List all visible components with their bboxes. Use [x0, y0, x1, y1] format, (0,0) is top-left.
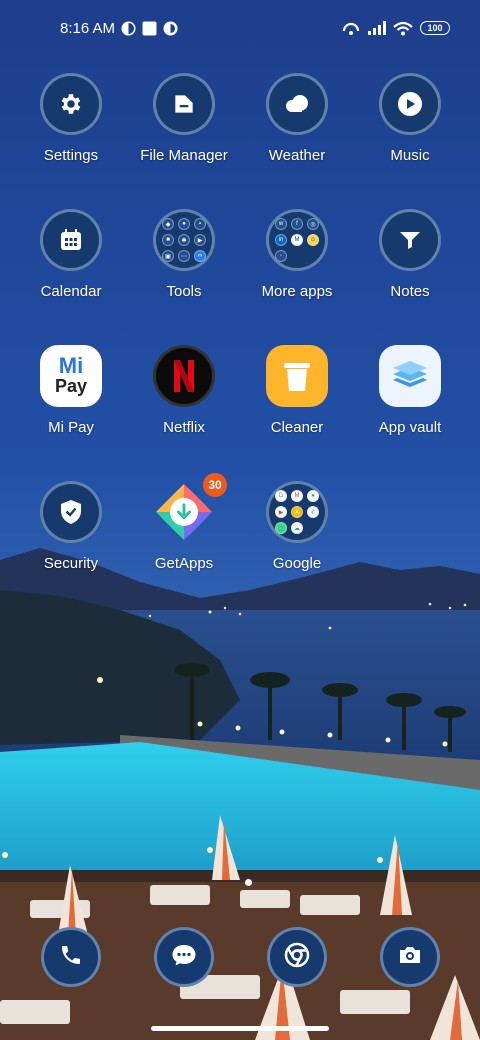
- hotspot-icon: [341, 20, 361, 36]
- status-time: 8:16 AM: [60, 19, 116, 37]
- app-label: Google: [272, 555, 322, 572]
- folder-icon: [153, 73, 215, 135]
- netflix-icon: [153, 345, 215, 407]
- camera-icon: [398, 944, 422, 971]
- app-getapps[interactable]: 30 GetApps: [128, 473, 240, 572]
- app-mi-pay[interactable]: Mi Pay Mi Pay: [15, 345, 127, 436]
- app-label: Settings: [43, 147, 99, 164]
- notification-icon: [121, 21, 136, 36]
- home-indicator[interactable]: [151, 1026, 329, 1031]
- app-label: Security: [43, 555, 99, 572]
- notification-badge: 30: [203, 473, 227, 497]
- app-label: File Manager: [140, 147, 228, 164]
- mi-pay-icon: Mi Pay: [40, 345, 102, 407]
- shield-icon: [40, 481, 102, 543]
- dock-browser-button[interactable]: [267, 927, 327, 987]
- message-icon: [171, 943, 197, 972]
- app-app-vault[interactable]: App vault: [354, 345, 466, 436]
- app-label: Tools: [166, 283, 202, 300]
- trash-icon: [266, 345, 328, 407]
- calendar-icon: [40, 209, 102, 271]
- app-calendar[interactable]: Calendar: [15, 209, 127, 300]
- app-label: Weather: [268, 147, 326, 164]
- app-music[interactable]: Music: [354, 73, 466, 164]
- layers-icon: [379, 345, 441, 407]
- app-cleaner[interactable]: Cleaner: [241, 345, 353, 436]
- app-label: Music: [390, 147, 430, 164]
- app-security[interactable]: Security: [15, 481, 127, 572]
- square-icon: [142, 21, 157, 36]
- app-label: Netflix: [163, 419, 205, 436]
- app-settings[interactable]: Settings: [15, 73, 127, 164]
- app-label: GetApps: [154, 555, 214, 572]
- folder-grid-icon: G M ● ▶ ▲ ✆ ⬚ ☁: [266, 481, 328, 543]
- folder-grid-icon: ◆ ● ▪ ■ ✱ ▶ ▣ ⋯ ∞: [153, 209, 215, 271]
- wifi-icon: [393, 21, 413, 36]
- app-label: Notes: [390, 283, 430, 300]
- dock-camera-button[interactable]: [380, 927, 440, 987]
- signal-icon: [368, 21, 386, 35]
- dock-phone-button[interactable]: [41, 927, 101, 987]
- mi-pay-logo-bottom: Pay: [54, 376, 88, 396]
- app-netflix[interactable]: Netflix: [128, 345, 240, 436]
- app-label: Calendar: [40, 283, 102, 300]
- phone-icon: [59, 943, 83, 972]
- notes-icon: [379, 209, 441, 271]
- gear-icon: [40, 73, 102, 135]
- chrome-icon: [284, 942, 310, 973]
- app-label: Mi Pay: [48, 419, 94, 436]
- play-icon: [379, 73, 441, 135]
- app-weather[interactable]: Weather: [241, 73, 353, 164]
- app-label: App vault: [378, 419, 442, 436]
- status-bar: 8:16 AM 100: [0, 0, 480, 56]
- folder-more-apps[interactable]: w f ◎ in M ☺ ◦ More apps: [241, 209, 353, 300]
- page-indicator-dot: [245, 879, 252, 886]
- app-notes[interactable]: Notes: [354, 209, 466, 300]
- app-label: Cleaner: [270, 419, 324, 436]
- folder-grid-icon: w f ◎ in M ☺ ◦: [266, 209, 328, 271]
- cloud-icon: [266, 73, 328, 135]
- app-label: More apps: [261, 283, 333, 300]
- mi-pay-logo-top: Mi: [58, 353, 84, 378]
- app-file-manager[interactable]: File Manager: [128, 73, 240, 164]
- getapps-icon: 30: [153, 473, 227, 543]
- battery-icon: 100: [420, 21, 450, 35]
- dock-messages-button[interactable]: [154, 927, 214, 987]
- folder-tools[interactable]: ◆ ● ▪ ■ ✱ ▶ ▣ ⋯ ∞ Tools: [128, 209, 240, 300]
- folder-google[interactable]: G M ● ▶ ▲ ✆ ⬚ ☁ Google: [241, 481, 353, 572]
- notification-icon: [163, 21, 178, 36]
